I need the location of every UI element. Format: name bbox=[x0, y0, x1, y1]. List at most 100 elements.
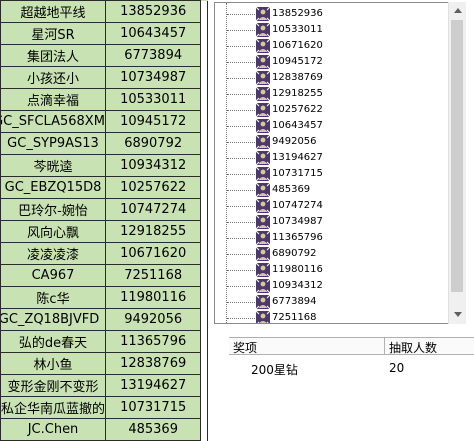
user-node-icon bbox=[255, 102, 271, 118]
empty-cell[interactable] bbox=[200, 154, 208, 177]
name-cell[interactable]: GC_SFCLA568XM bbox=[0, 110, 107, 133]
empty-cell[interactable] bbox=[200, 22, 208, 45]
name-cell[interactable]: GC_SYP9AS13 bbox=[0, 132, 107, 155]
empty-cell[interactable] bbox=[200, 176, 208, 199]
name-cell[interactable]: CA967 bbox=[0, 264, 107, 287]
empty-cell[interactable] bbox=[200, 374, 208, 397]
name-cell[interactable]: 私企华南瓜蓝撤的 bbox=[0, 396, 107, 419]
id-cell[interactable]: 485369 bbox=[105, 418, 202, 441]
id-cell[interactable]: 10934312 bbox=[105, 154, 202, 177]
tree-branch-line bbox=[227, 222, 257, 223]
empty-cell[interactable] bbox=[200, 396, 208, 419]
tree-branch-line bbox=[227, 302, 257, 303]
empty-cell[interactable] bbox=[200, 198, 208, 221]
id-cell[interactable]: 13194627 bbox=[105, 374, 202, 397]
column-separator[interactable] bbox=[384, 338, 385, 354]
empty-cell[interactable] bbox=[200, 242, 208, 265]
empty-cell[interactable] bbox=[200, 352, 208, 375]
empty-cell[interactable] bbox=[200, 0, 208, 23]
empty-cell[interactable] bbox=[200, 44, 208, 67]
name-cell[interactable]: 林小鱼 bbox=[0, 352, 107, 375]
name-cell[interactable]: 变形金刚不变形 bbox=[0, 374, 107, 397]
id-cell[interactable]: 9492056 bbox=[105, 308, 202, 331]
name-cell[interactable]: 陈c华 bbox=[0, 286, 107, 309]
arrow-down-icon bbox=[453, 312, 462, 317]
tree-item-label: 10731715 bbox=[272, 168, 323, 179]
tree-branch-line bbox=[227, 126, 257, 127]
tree-item-label: 12838769 bbox=[272, 72, 323, 83]
name-cell[interactable]: 点滴幸福 bbox=[0, 88, 107, 111]
id-cell[interactable]: 10734987 bbox=[105, 66, 202, 89]
column-header-count[interactable]: 抽取人数 bbox=[389, 339, 437, 356]
user-node-icon bbox=[255, 118, 271, 134]
scroll-thumb[interactable] bbox=[451, 20, 463, 292]
empty-cell[interactable] bbox=[200, 110, 208, 133]
empty-cell[interactable] bbox=[200, 308, 208, 331]
id-cell[interactable]: 10643457 bbox=[105, 22, 202, 45]
scroll-up-button[interactable] bbox=[449, 2, 466, 19]
empty-cell[interactable] bbox=[200, 264, 208, 287]
name-cell[interactable]: 风向心飘 bbox=[0, 220, 107, 243]
prize-name-cell[interactable]: 200星钻 bbox=[251, 361, 298, 378]
name-cell[interactable]: 巴玲尔-婉怡 bbox=[0, 198, 107, 221]
name-cell[interactable]: 集团法人 bbox=[0, 44, 107, 67]
name-cell[interactable]: 小孩还小 bbox=[0, 66, 107, 89]
id-cell[interactable]: 10533011 bbox=[105, 88, 202, 111]
id-cell[interactable]: 6773894 bbox=[105, 44, 202, 67]
user-node-icon bbox=[255, 22, 271, 38]
tree-branch-line bbox=[227, 110, 257, 111]
name-cell[interactable]: GC_ZQ18BJVFD bbox=[0, 308, 107, 331]
sheet-row: 林小鱼 12838769 bbox=[0, 352, 208, 375]
tree-branch-line bbox=[227, 78, 257, 79]
name-cell[interactable]: JC.Chen bbox=[0, 418, 107, 441]
sheet-row: 弘的de春天 11365796 bbox=[0, 330, 208, 353]
empty-cell[interactable] bbox=[200, 220, 208, 243]
name-cell[interactable]: GC_EBZQ15D8 bbox=[0, 176, 107, 199]
empty-cell[interactable] bbox=[200, 132, 208, 155]
id-cell[interactable]: 10671620 bbox=[105, 242, 202, 265]
id-cell[interactable]: 10731715 bbox=[105, 396, 202, 419]
name-cell[interactable]: 星河SR bbox=[0, 22, 107, 45]
tree-item-label: 6773894 bbox=[272, 296, 317, 307]
id-cell[interactable]: 10945172 bbox=[105, 110, 202, 133]
tree-item-label: 10643457 bbox=[272, 120, 323, 131]
tree-item-label: 13194627 bbox=[272, 152, 323, 163]
empty-cell[interactable] bbox=[200, 88, 208, 111]
tree-item-label: 10747274 bbox=[272, 200, 323, 211]
id-cell[interactable]: 10747274 bbox=[105, 198, 202, 221]
user-node-icon bbox=[255, 198, 271, 214]
id-cell[interactable]: 12918255 bbox=[105, 220, 202, 243]
id-cell[interactable]: 13852936 bbox=[105, 0, 202, 23]
column-header-prize[interactable]: 奖项 bbox=[233, 339, 257, 356]
vertical-scrollbar[interactable] bbox=[448, 2, 466, 324]
id-cell[interactable]: 7251168 bbox=[105, 264, 202, 287]
scroll-down-button[interactable] bbox=[449, 306, 466, 323]
id-cell[interactable]: 10257622 bbox=[105, 176, 202, 199]
id-cell[interactable]: 6890792 bbox=[105, 132, 202, 155]
tree-item-label: 11365796 bbox=[272, 232, 323, 243]
tree-item-label: 10671620 bbox=[272, 40, 323, 51]
id-cell[interactable]: 12838769 bbox=[105, 352, 202, 375]
sheet-row: 超越地平线 13852936 bbox=[0, 0, 208, 23]
prize-grid-header: 奖项 抽取人数 bbox=[229, 337, 474, 355]
name-cell[interactable]: 弘的de春天 bbox=[0, 330, 107, 353]
sheet-row: 集团法人 6773894 bbox=[0, 44, 208, 67]
tree-branch-line bbox=[227, 206, 257, 207]
tree-item-label: 13852936 bbox=[272, 8, 323, 19]
id-cell[interactable]: 11980116 bbox=[105, 286, 202, 309]
sheet-row: CA967 7251168 bbox=[0, 264, 208, 287]
name-cell[interactable]: 超越地平线 bbox=[0, 0, 107, 23]
empty-cell[interactable] bbox=[200, 286, 208, 309]
sheet-row: 凌凌凌漆 10671620 bbox=[0, 242, 208, 265]
name-cell[interactable]: 凌凌凌漆 bbox=[0, 242, 107, 265]
empty-cell[interactable] bbox=[200, 66, 208, 89]
empty-cell[interactable] bbox=[200, 418, 208, 441]
sheet-row: 点滴幸福 10533011 bbox=[0, 88, 208, 111]
prize-count-cell[interactable]: 20 bbox=[389, 361, 404, 375]
id-cell[interactable]: 11365796 bbox=[105, 330, 202, 353]
tree-branch-line bbox=[227, 62, 257, 63]
user-node-icon bbox=[255, 246, 271, 262]
name-cell[interactable]: 芩晄逵 bbox=[0, 154, 107, 177]
id-tree-list[interactable]: 13852936 10533011 10671620 10945172 12838769… bbox=[214, 2, 466, 324]
empty-cell[interactable] bbox=[200, 330, 208, 353]
